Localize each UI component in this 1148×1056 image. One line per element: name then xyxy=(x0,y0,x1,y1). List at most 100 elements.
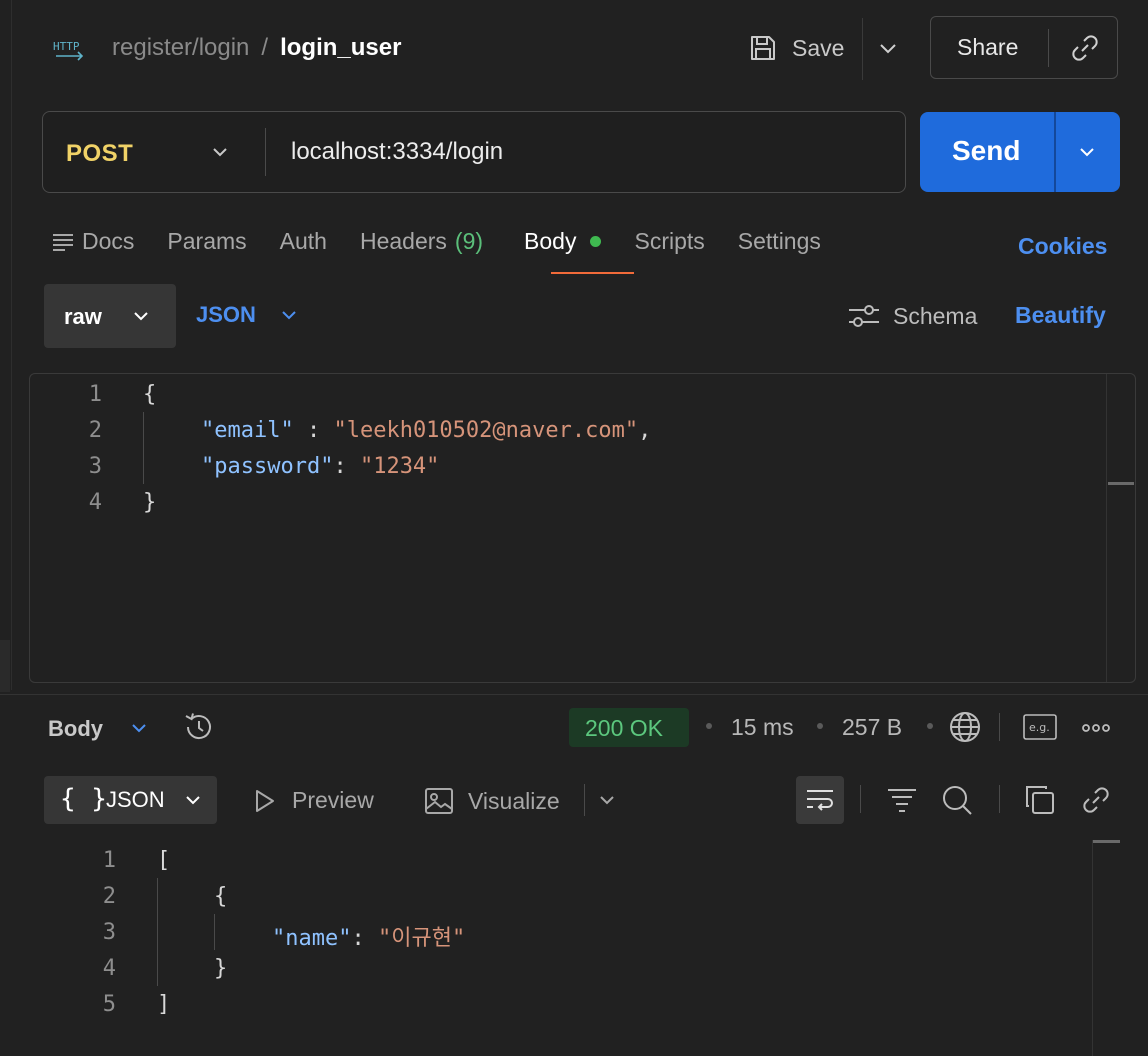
email-value: "leekh010502@naver.com" xyxy=(333,418,639,443)
body-mode-label: raw xyxy=(64,304,102,329)
filter-icon[interactable] xyxy=(886,784,918,816)
tab-settings[interactable]: Settings xyxy=(738,228,821,255)
response-body-viewer[interactable]: 1 2 3 4 5 [ { "name": "이규현" } ] xyxy=(0,840,1090,1056)
code-open-brace: { xyxy=(214,884,228,909)
search-icon[interactable] xyxy=(941,784,973,816)
tab-body[interactable]: Body xyxy=(524,228,602,255)
tab-scripts-label: Scripts xyxy=(634,228,705,254)
image-icon xyxy=(425,788,453,814)
breadcrumb: register/login / login_user xyxy=(112,34,401,62)
response-pane-divider[interactable] xyxy=(0,694,1148,695)
meta-separator xyxy=(706,723,712,729)
tab-headers-label: Headers xyxy=(359,228,447,254)
globe-icon[interactable] xyxy=(948,710,982,744)
cookies-link[interactable]: Cookies xyxy=(1018,233,1107,260)
editor-scroll-track xyxy=(1106,374,1107,682)
history-icon[interactable] xyxy=(182,710,216,744)
line-number: 2 xyxy=(88,418,102,443)
method-chevron-icon[interactable] xyxy=(209,141,231,163)
url-input[interactable]: localhost:3334/login xyxy=(291,138,503,166)
http-request-icon: HTTP xyxy=(53,40,84,61)
tab-auth-label: Auth xyxy=(279,228,327,254)
tab-scripts[interactable]: Scripts xyxy=(634,228,704,255)
more-options-icon[interactable] xyxy=(1081,718,1111,738)
share-divider xyxy=(1048,29,1049,67)
save-options-chevron-icon[interactable] xyxy=(876,36,900,60)
svg-text:e.g.: e.g. xyxy=(1029,721,1050,734)
request-body-editor[interactable]: 1 2 3 4 { "email" : "leekh010502@naver.c… xyxy=(29,373,1136,683)
email-separator: : xyxy=(293,418,334,443)
editor-scrollbar[interactable] xyxy=(1108,482,1134,485)
save-button[interactable]: Save xyxy=(748,30,844,66)
preview-button[interactable]: Preview xyxy=(254,787,374,814)
tab-body-label: Body xyxy=(524,228,577,254)
sidebar-edge xyxy=(0,0,12,690)
preview-label: Preview xyxy=(292,787,374,813)
method-select[interactable]: POST xyxy=(66,140,133,168)
tab-params[interactable]: Params xyxy=(167,228,246,255)
schema-label: Schema xyxy=(893,302,978,329)
response-scroll-track xyxy=(1092,840,1093,1056)
line-number: 4 xyxy=(102,956,116,981)
docs-icon xyxy=(53,233,73,251)
line-number: 3 xyxy=(102,920,116,945)
name-separator: : xyxy=(351,926,378,951)
wrap-lines-button[interactable] xyxy=(796,776,844,824)
code-line-name: "name": "이규현" xyxy=(272,920,465,952)
request-name[interactable]: login_user xyxy=(280,34,401,62)
link-icon[interactable] xyxy=(1080,784,1112,816)
send-button[interactable]: Send xyxy=(920,112,1120,192)
tab-headers[interactable]: Headers (9) xyxy=(360,228,483,255)
send-divider xyxy=(1054,112,1056,192)
response-format-select[interactable]: { } JSON xyxy=(44,776,217,824)
response-size[interactable]: 257 B xyxy=(842,714,902,741)
send-options-chevron-icon[interactable] xyxy=(1076,141,1098,163)
tab-auth[interactable]: Auth xyxy=(280,228,327,255)
body-language-label: JSON xyxy=(196,302,256,327)
chevron-down-icon[interactable] xyxy=(596,789,618,811)
toolbar-separator xyxy=(999,785,1000,813)
tab-params-label: Params xyxy=(167,228,247,254)
code-close-brace: } xyxy=(143,490,157,515)
toolbar-separator xyxy=(999,713,1000,741)
wrap-lines-icon xyxy=(807,790,833,811)
copy-icon[interactable] xyxy=(1024,784,1056,816)
status-badge[interactable]: 200 OK xyxy=(569,708,689,747)
sliders-icon xyxy=(849,305,879,327)
body-mode-select[interactable]: raw xyxy=(44,284,176,348)
body-language-select[interactable]: JSON xyxy=(196,302,300,328)
share-button[interactable]: Share xyxy=(930,16,1118,79)
name-key: "name" xyxy=(272,926,352,951)
save-example-icon[interactable]: e.g. xyxy=(1023,714,1057,740)
response-time[interactable]: 15 ms xyxy=(731,714,794,741)
send-label: Send xyxy=(952,135,1021,166)
code-line-password: "password": "1234" xyxy=(201,454,439,479)
visualize-button[interactable]: Visualize xyxy=(424,787,560,815)
headers-count: (9) xyxy=(454,228,484,254)
indent-guide xyxy=(214,914,215,950)
chevron-down-icon[interactable] xyxy=(128,717,150,739)
sidebar-resize-handle[interactable] xyxy=(0,640,10,692)
password-separator: : xyxy=(333,454,360,479)
visualize-label: Visualize xyxy=(468,787,560,814)
response-format-label: JSON xyxy=(106,787,165,812)
body-modified-dot xyxy=(590,236,602,247)
beautify-button[interactable]: Beautify xyxy=(1015,302,1106,329)
tab-settings-label: Settings xyxy=(737,228,821,254)
response-scrollbar[interactable] xyxy=(1093,840,1120,843)
active-tab-indicator xyxy=(551,272,634,274)
copy-link-icon[interactable] xyxy=(1069,32,1101,64)
request-url-bar: POST localhost:3334/login xyxy=(42,111,906,193)
code-open-bracket: [ xyxy=(157,848,171,873)
request-tabs: Docs Params Auth Headers (9) Body Script… xyxy=(52,228,854,255)
chevron-down-icon xyxy=(282,311,296,320)
url-divider xyxy=(265,128,266,176)
line-number: 1 xyxy=(102,848,116,873)
breadcrumb-collection[interactable]: register/login xyxy=(112,34,249,62)
response-body-label[interactable]: Body xyxy=(48,716,103,742)
schema-button[interactable]: Schema xyxy=(847,302,977,330)
code-open-brace: { xyxy=(143,382,157,407)
chevron-down-icon xyxy=(134,312,148,321)
meta-separator xyxy=(927,723,933,729)
tab-docs[interactable]: Docs xyxy=(52,228,134,255)
